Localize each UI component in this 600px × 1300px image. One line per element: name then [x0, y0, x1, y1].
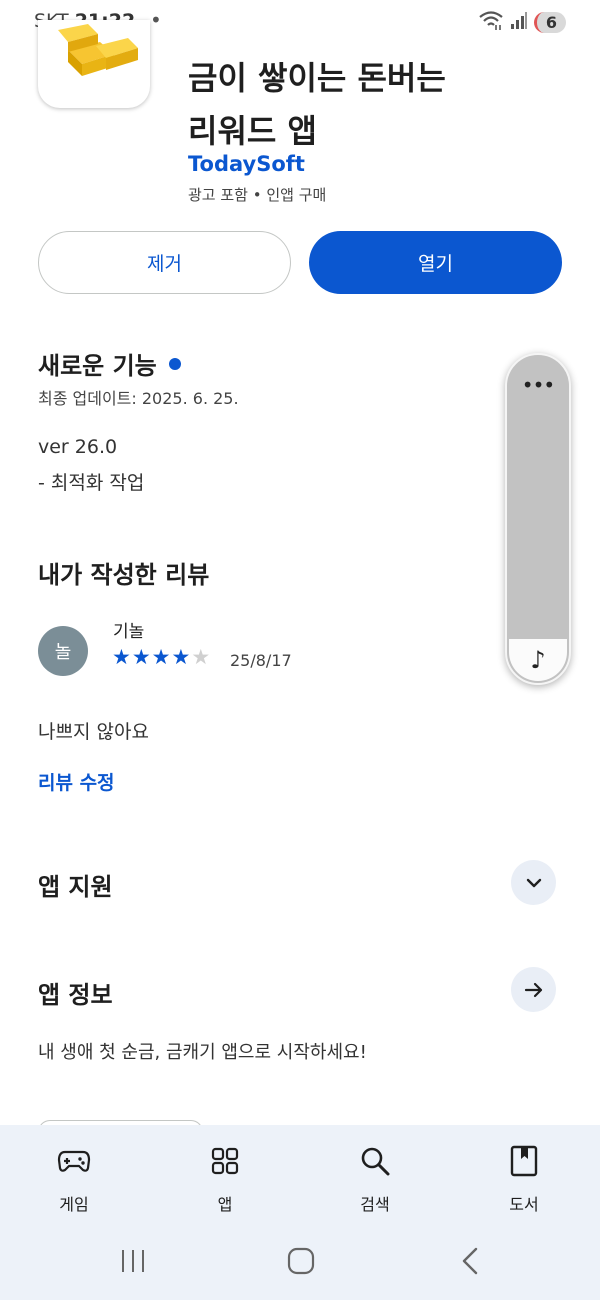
back-icon: [462, 1247, 478, 1275]
app-support-title: 앱 지원: [38, 873, 113, 901]
back-button[interactable]: [456, 1246, 486, 1276]
app-title: 금이 쌓이는 돈버는 리워드 앱: [188, 52, 568, 158]
star-icon: ★: [131, 645, 152, 669]
my-review-title: 내가 작성한 리뷰: [38, 561, 210, 589]
nav-item-search[interactable]: 검색: [335, 1139, 415, 1215]
edit-review-link[interactable]: 리뷰 수정: [38, 768, 115, 795]
home-button[interactable]: [286, 1246, 316, 1276]
nav-label-search: 검색: [360, 1195, 390, 1214]
open-button[interactable]: 열기: [309, 231, 562, 294]
review-text: 나쁘지 않아요: [38, 721, 149, 743]
nav-item-games[interactable]: 게임: [34, 1139, 114, 1215]
app-meta: 광고 포함 • 인앱 구매: [188, 186, 327, 204]
recent-apps-button[interactable]: [118, 1246, 148, 1276]
app-info-title: 앱 정보: [38, 981, 113, 1009]
avatar: 놀: [38, 626, 88, 676]
last-updated: 최종 업데이트: 2025. 6. 25.: [38, 389, 239, 408]
floating-media-panel[interactable]: ••• ♪: [505, 353, 571, 685]
app-title-line1: 금이 쌓이는 돈버는: [188, 59, 446, 97]
book-icon: [510, 1145, 538, 1177]
nav-label-books: 도서: [509, 1195, 539, 1214]
reviewer-name: 기놀: [113, 622, 145, 642]
battery-badge: 6: [533, 11, 566, 33]
apps-grid-icon: [211, 1147, 239, 1175]
system-navigation-bar: [0, 1238, 600, 1290]
whats-new-heading[interactable]: 새로운 기능: [38, 346, 181, 381]
nav-item-books[interactable]: 도서: [484, 1139, 564, 1215]
app-title-line2: 리워드 앱: [188, 112, 317, 150]
uninstall-button[interactable]: 제거: [38, 231, 291, 294]
status-icons: 6: [478, 10, 566, 34]
app-info-description: 내 생애 첫 순금, 금캐기 앱으로 시작하세요!: [38, 1042, 367, 1063]
star-icon: ★: [171, 645, 192, 669]
wifi-icon: [478, 10, 504, 34]
more-icon[interactable]: •••: [507, 373, 569, 397]
nav-label-apps: 앱: [217, 1195, 233, 1214]
gold-bars-icon: [58, 24, 138, 76]
release-note: - 최적화 작업: [38, 472, 145, 494]
app-info-arrow-button[interactable]: [511, 967, 556, 1012]
nav-item-apps[interactable]: 앱: [185, 1139, 265, 1215]
notification-dot: •: [150, 8, 162, 32]
app-icon: [38, 20, 150, 108]
search-icon: [361, 1147, 390, 1176]
star-empty-icon: ★: [191, 645, 212, 669]
star-icon: ★: [112, 645, 132, 669]
recent-apps-icon: [122, 1250, 144, 1272]
new-indicator-dot: [168, 358, 181, 370]
home-icon: [287, 1247, 315, 1275]
arrow-right-icon: [524, 982, 542, 997]
gamepad-icon: [57, 1150, 91, 1172]
star-icon: ★: [151, 645, 172, 669]
star-rating: ★★★★★: [112, 645, 211, 669]
expand-support-button[interactable]: [511, 860, 556, 905]
chevron-down-icon: [526, 878, 541, 887]
music-note-icon[interactable]: ♪: [509, 639, 567, 681]
signal-icon: [510, 11, 528, 33]
version-text: ver 26.0: [38, 436, 118, 458]
developer-link[interactable]: TodaySoft: [188, 152, 305, 176]
nav-label-games: 게임: [59, 1195, 89, 1214]
whats-new-title: 새로운 기능: [38, 352, 157, 380]
review-date: 25/8/17: [230, 651, 292, 670]
